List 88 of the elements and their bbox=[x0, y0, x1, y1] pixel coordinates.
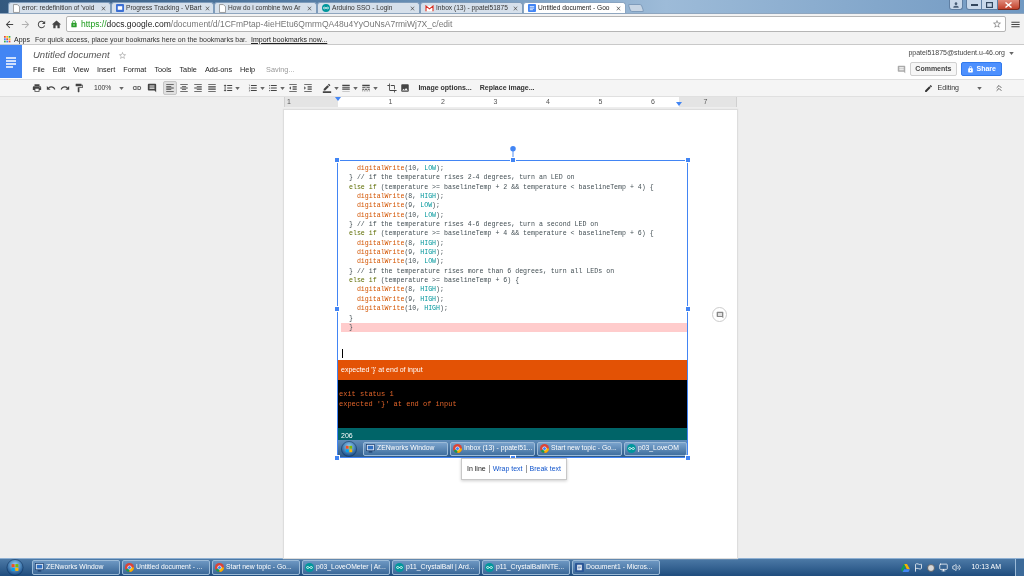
circle-icon[interactable] bbox=[927, 563, 936, 572]
infinity-icon bbox=[485, 563, 494, 572]
monitor-icon[interactable] bbox=[939, 563, 949, 572]
close-icon[interactable] bbox=[100, 4, 107, 12]
close-icon[interactable] bbox=[409, 4, 416, 12]
browser-icon bbox=[453, 444, 462, 453]
star-icon[interactable] bbox=[992, 19, 1002, 29]
align-center-icon bbox=[179, 83, 190, 93]
close-button[interactable] bbox=[998, 0, 1020, 10]
back-icon[interactable] bbox=[4, 18, 15, 30]
caret-icon[interactable] bbox=[119, 86, 125, 90]
infinity-icon bbox=[322, 4, 330, 12]
monitor-icon bbox=[366, 444, 375, 453]
document-app-icon bbox=[575, 563, 584, 572]
pen-icon[interactable] bbox=[322, 83, 333, 93]
image-icon[interactable] bbox=[400, 83, 411, 93]
minimize-button[interactable] bbox=[966, 0, 982, 10]
speaker-icon[interactable] bbox=[952, 563, 962, 572]
numbered-list-icon[interactable] bbox=[248, 83, 259, 93]
reload-icon[interactable] bbox=[36, 18, 47, 30]
resize-handle-icon[interactable] bbox=[334, 455, 340, 461]
line-dash-icon[interactable] bbox=[361, 83, 372, 93]
caret-icon[interactable] bbox=[235, 86, 241, 90]
resize-handle-icon[interactable] bbox=[685, 157, 691, 163]
maximize-button[interactable] bbox=[982, 0, 998, 10]
comment-icon[interactable] bbox=[147, 83, 158, 93]
start-orb-icon[interactable] bbox=[6, 559, 24, 576]
indent-increase-icon[interactable] bbox=[303, 83, 314, 93]
align-left-button[interactable] bbox=[163, 81, 178, 95]
browser-icon bbox=[125, 563, 134, 572]
text-cursor-icon bbox=[342, 349, 343, 359]
document-icon[interactable] bbox=[0, 45, 22, 78]
document-title[interactable]: Untitled document bbox=[33, 47, 110, 62]
infinity-icon bbox=[395, 563, 404, 572]
undo-icon[interactable] bbox=[46, 83, 56, 93]
caret-icon[interactable] bbox=[353, 86, 359, 90]
align-right-icon bbox=[193, 83, 204, 93]
paint-roller-icon[interactable] bbox=[74, 83, 84, 93]
indent-decrease-icon[interactable] bbox=[288, 83, 299, 93]
align-left-icon bbox=[165, 83, 176, 93]
caret-icon[interactable] bbox=[1009, 52, 1014, 55]
link-icon[interactable] bbox=[132, 83, 143, 93]
resize-handle-icon[interactable] bbox=[334, 157, 340, 163]
person-icon bbox=[952, 0, 960, 9]
apps-grid-icon bbox=[4, 35, 11, 43]
resize-handle-icon[interactable] bbox=[685, 306, 691, 312]
app-square-icon bbox=[116, 4, 124, 12]
triangle-logo-icon[interactable] bbox=[901, 563, 911, 572]
maximize-icon bbox=[986, 1, 993, 8]
caret-icon[interactable] bbox=[373, 86, 379, 90]
print-icon[interactable] bbox=[32, 83, 42, 93]
crop-icon[interactable] bbox=[387, 83, 398, 93]
redo-icon[interactable] bbox=[60, 83, 70, 93]
profile-button[interactable] bbox=[949, 0, 963, 10]
monitor-icon bbox=[35, 563, 44, 572]
flag-icon[interactable] bbox=[914, 563, 924, 572]
pencil-icon bbox=[923, 83, 933, 93]
resize-handle-icon[interactable] bbox=[685, 455, 691, 461]
close-icon[interactable] bbox=[615, 4, 622, 12]
line-weight-icon[interactable] bbox=[341, 83, 352, 93]
caret-icon[interactable] bbox=[334, 86, 340, 90]
show-desktop-button[interactable] bbox=[1015, 559, 1024, 576]
infinity-icon bbox=[305, 563, 314, 572]
address-field[interactable]: https://docs.google.com/document/d/1CFmPtap-4ieHEtu6QmrmQA48u4YyOuNsA7rmiWj7X_c/edit bbox=[66, 16, 1006, 32]
resize-handle-icon[interactable] bbox=[334, 306, 340, 312]
start-orb-icon[interactable] bbox=[341, 440, 357, 457]
minimize-icon bbox=[970, 3, 978, 6]
resize-handle-icon[interactable] bbox=[510, 157, 516, 163]
close-icon[interactable] bbox=[512, 4, 519, 12]
close-icon bbox=[1005, 1, 1012, 8]
document-icon bbox=[528, 4, 536, 12]
mail-icon bbox=[425, 4, 434, 12]
bulleted-list-icon[interactable] bbox=[268, 83, 279, 93]
star-icon[interactable] bbox=[117, 51, 127, 60]
caret-icon[interactable] bbox=[260, 86, 266, 90]
browser-icon bbox=[215, 563, 224, 572]
browser-icon bbox=[540, 444, 549, 453]
page-icon bbox=[13, 3, 20, 13]
line-spacing-icon[interactable] bbox=[223, 83, 234, 93]
lock-icon bbox=[70, 20, 78, 28]
caret-icon[interactable] bbox=[977, 86, 982, 90]
home-icon[interactable] bbox=[51, 18, 62, 30]
close-icon[interactable] bbox=[203, 4, 211, 12]
align-justify-icon bbox=[207, 83, 218, 93]
caret-icon[interactable] bbox=[280, 86, 286, 90]
infinity-icon bbox=[627, 444, 636, 453]
comment-bubble-icon[interactable] bbox=[712, 307, 727, 322]
lock-icon bbox=[966, 65, 974, 73]
